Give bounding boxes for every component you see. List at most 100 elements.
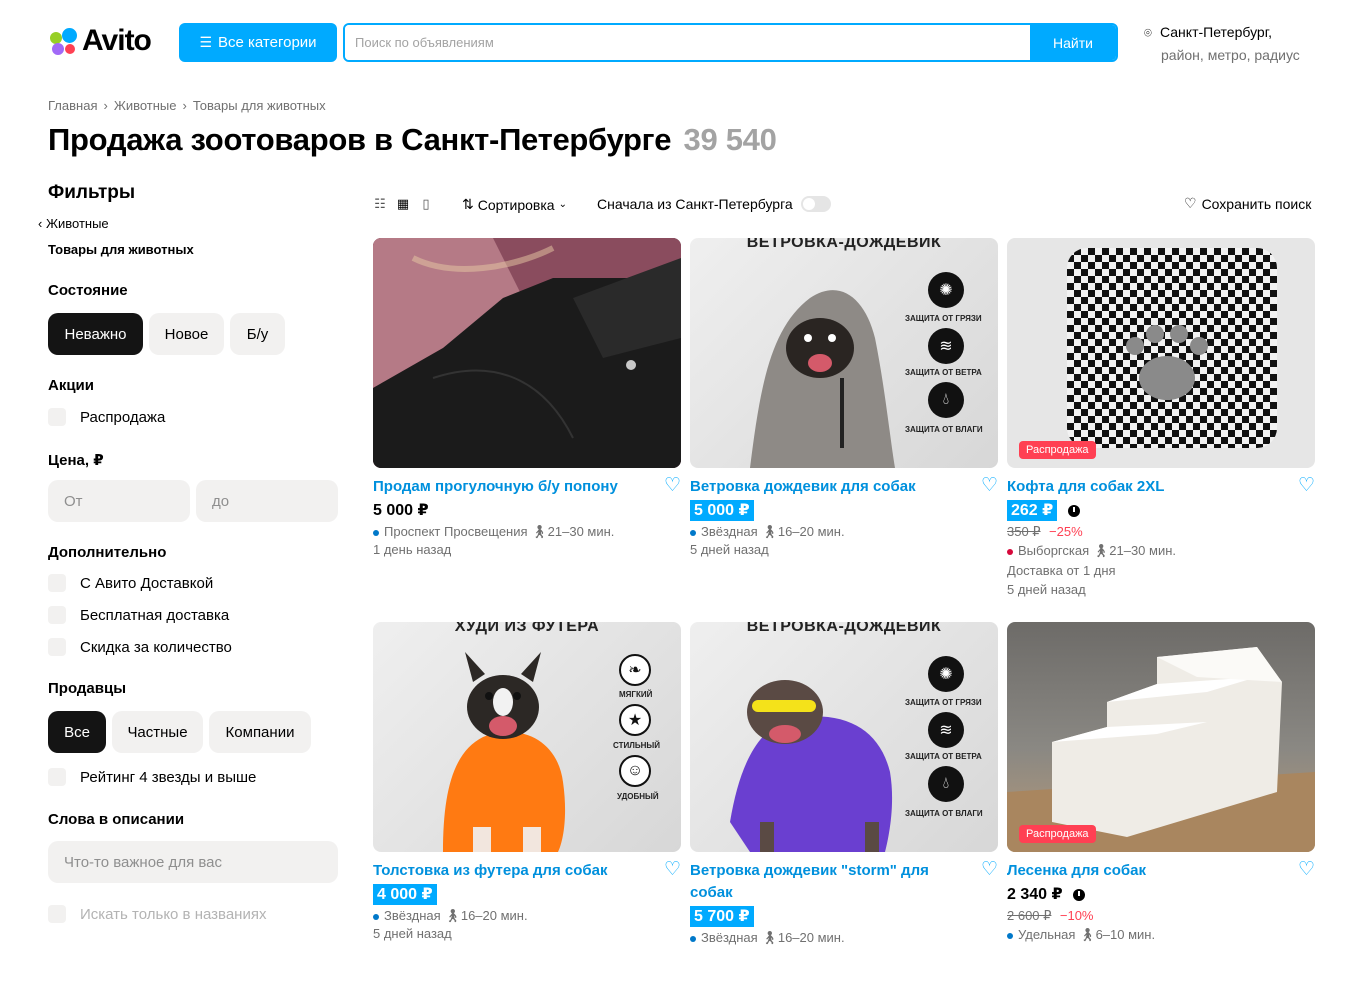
walk-time: 16–20 мин. xyxy=(777,524,845,539)
listing-photo[interactable]: ВЕТРОВКА-ДОЖДЕВИК ✺ ЗАЩИТА ОТ ГРЯЗИ ≋ ЗА… xyxy=(690,622,998,852)
listing-discount: 350 ₽ −25% xyxy=(1007,523,1083,541)
chevron-left-icon: ‹ xyxy=(38,216,43,231)
listing-title[interactable]: Продам прогулочную б/у попону xyxy=(373,476,641,498)
listing-discount: 2 600 ₽ −10% xyxy=(1007,907,1094,925)
rating-checkbox[interactable]: Рейтинг 4 звезды и выше xyxy=(48,768,256,786)
sale-checkbox[interactable]: Распродажа xyxy=(48,408,165,426)
avito-delivery-label: С Авито Доставкой xyxy=(80,574,214,592)
save-search-button[interactable]: ♡ Сохранить поиск xyxy=(1184,195,1311,212)
listing-date: 5 дней назад xyxy=(1007,582,1086,597)
listing-card[interactable]: ВЕТРОВКА-ДОЖДЕВИК ✺ ЗАЩИТА ОТ ГРЯЗИ ≋ ЗА… xyxy=(690,238,998,557)
mud-protection-icon: ✺ xyxy=(928,656,964,692)
favorite-heart-icon[interactable]: ♡ xyxy=(664,474,681,497)
listing-metro: Проспект Просвещения 🚶︎21–30 мин. xyxy=(373,522,614,541)
location-selector[interactable]: ⌾ Санкт-Петербург, район, метро, радиус xyxy=(1144,21,1300,66)
listing-price: 5 000 ₽ xyxy=(690,500,754,521)
price-from-input[interactable] xyxy=(48,480,190,522)
listing-card[interactable]: ВЕТРОВКА-ДОЖДЕВИК ✺ ЗАЩИТА ОТ ГРЯЗИ ≋ ЗА… xyxy=(690,622,998,945)
listing-card[interactable]: ХУДИ ИЗ ФУТЕРА ❧ МЯГКИЙ ★ СТИЛЬНЫЙ ☺ УДО… xyxy=(373,622,681,941)
listing-photo[interactable]: ХУДИ ИЗ ФУТЕРА ❧ МЯГКИЙ ★ СТИЛЬНЫЙ ☺ УДО… xyxy=(373,622,681,852)
wind-protection-icon: ≋ xyxy=(928,328,964,364)
sale-checkbox-label: Распродажа xyxy=(80,408,166,426)
metro-station: Звёздная xyxy=(701,930,758,945)
chevron-right-icon: › xyxy=(103,98,108,113)
bulk-discount-checkbox[interactable]: Скидка за количество xyxy=(48,638,232,656)
chevron-right-icon: › xyxy=(182,98,187,113)
location-pin-icon: ⌾ xyxy=(1144,25,1152,40)
page-title: Продажа зоотоваров в Санкт-Петербурге 39… xyxy=(48,122,777,158)
listing-price: 262 ₽ xyxy=(1007,500,1080,521)
breadcrumb-animals[interactable]: Животные xyxy=(114,98,177,113)
listing-title[interactable]: Ветровка дождевик "storm" для собак xyxy=(690,860,958,904)
search-button[interactable]: Найти xyxy=(1030,25,1116,60)
listing-metro: Звёздная 🚶︎16–20 мин. xyxy=(373,906,528,925)
breadcrumb-pet-goods[interactable]: Товары для животных xyxy=(193,98,326,113)
price-value: 5 000 ₽ xyxy=(690,500,754,521)
metro-line-dot xyxy=(1007,548,1013,555)
sellers-companies[interactable]: Компании xyxy=(209,711,311,753)
listing-date: 1 день назад xyxy=(373,542,452,557)
back-to-animals-link[interactable]: ‹ Животные xyxy=(38,216,109,231)
checkbox-box xyxy=(48,768,66,786)
all-categories-button[interactable]: ☰ Все категории xyxy=(179,23,337,62)
avito-logo[interactable]: Avito xyxy=(48,24,152,58)
favorite-heart-icon[interactable]: ♡ xyxy=(664,858,681,881)
walk-icon: 🚶︎ xyxy=(444,908,461,923)
map-view-icon[interactable]: ▯ xyxy=(419,196,433,212)
sort-label: Сортировка xyxy=(477,196,555,213)
spb-first-label: Сначала из Санкт-Петербурга xyxy=(597,196,793,212)
walk-icon: 🚶︎ xyxy=(1092,543,1110,558)
walk-time: 16–20 мин. xyxy=(460,908,528,923)
listing-card[interactable]: Распродажа Лесенка для собак ♡ 2 340 ₽ 2… xyxy=(1007,622,1315,942)
price-value: 5 700 ₽ xyxy=(690,906,754,927)
listing-card[interactable]: Продам прогулочную б/у попону ♡ 5 000 ₽ … xyxy=(373,238,681,557)
listing-title[interactable]: Ветровка дождевик для собак xyxy=(690,476,958,498)
walk-icon: 🚶︎ xyxy=(761,524,778,539)
walk-icon: 🚶︎ xyxy=(531,524,548,539)
breadcrumb-home[interactable]: Главная xyxy=(48,98,97,113)
condition-new[interactable]: Новое xyxy=(149,313,224,355)
price-value: 5 000 ₽ xyxy=(373,502,429,519)
listing-photo[interactable]: Распродажа xyxy=(1007,622,1315,852)
sort-dropdown[interactable]: ⇅ Сортировка ⌄ xyxy=(462,196,567,213)
sellers-all[interactable]: Все xyxy=(48,711,106,753)
titles-only-checkbox[interactable]: Искать только в названиях xyxy=(48,905,266,923)
spb-first-toggle[interactable] xyxy=(800,196,831,212)
condition-used[interactable]: Б/у xyxy=(230,313,285,355)
free-delivery-checkbox[interactable]: Бесплатная доставка xyxy=(48,606,229,624)
metro-station: Удельная xyxy=(1018,927,1076,942)
sale-tag: Распродажа xyxy=(1019,825,1096,843)
logo-text: Avito xyxy=(82,24,152,57)
favorite-heart-icon[interactable]: ♡ xyxy=(981,474,998,497)
listing-title[interactable]: Лесенка для собак xyxy=(1007,860,1275,882)
listing-photo[interactable] xyxy=(373,238,681,468)
list-view-icon[interactable]: ☷ xyxy=(373,196,387,212)
listing-title[interactable]: Толстовка из футера для собак xyxy=(373,860,641,882)
condition-any[interactable]: Неважно xyxy=(48,313,143,355)
titles-only-label: Искать только в названиях xyxy=(80,905,267,923)
avito-delivery-checkbox[interactable]: С Авито Доставкой xyxy=(48,574,213,592)
favorite-heart-icon[interactable]: ♡ xyxy=(1298,474,1315,497)
badge-label: ЗАЩИТА ОТ ГРЯЗИ xyxy=(905,314,982,323)
listing-title[interactable]: Кофта для собак 2XL xyxy=(1007,476,1275,498)
description-words-input[interactable] xyxy=(48,841,338,883)
price-to-input[interactable] xyxy=(196,480,338,522)
listing-photo[interactable]: ВЕТРОВКА-ДОЖДЕВИК ✺ ЗАЩИТА ОТ ГРЯЗИ ≋ ЗА… xyxy=(690,238,998,468)
checkbox-box xyxy=(48,606,66,624)
results-count: 39 540 xyxy=(683,122,777,157)
metro-station: Выборгская xyxy=(1018,543,1090,558)
listing-card[interactable]: Распродажа Кофта для собак 2XL ♡ 262 ₽ 3… xyxy=(1007,238,1315,597)
page-title-text: Продажа зоотоваров в Санкт-Петербурге xyxy=(48,122,672,157)
back-link-label: Животные xyxy=(45,216,109,231)
badge-label: ЗАЩИТА ОТ ВЛАГИ xyxy=(905,425,983,434)
listing-date: 5 дней назад xyxy=(690,542,769,557)
smile-icon: ☺ xyxy=(619,755,651,787)
listing-photo[interactable]: Распродажа xyxy=(1007,238,1315,468)
favorite-heart-icon[interactable]: ♡ xyxy=(981,858,998,881)
favorite-heart-icon[interactable]: ♡ xyxy=(1298,858,1315,881)
grid-view-icon[interactable]: ▦ xyxy=(396,196,410,212)
sellers-private[interactable]: Частные xyxy=(112,711,203,753)
discount-percent: −10% xyxy=(1059,908,1094,923)
all-categories-label: Все категории xyxy=(218,34,317,51)
search-input[interactable] xyxy=(345,25,1030,60)
